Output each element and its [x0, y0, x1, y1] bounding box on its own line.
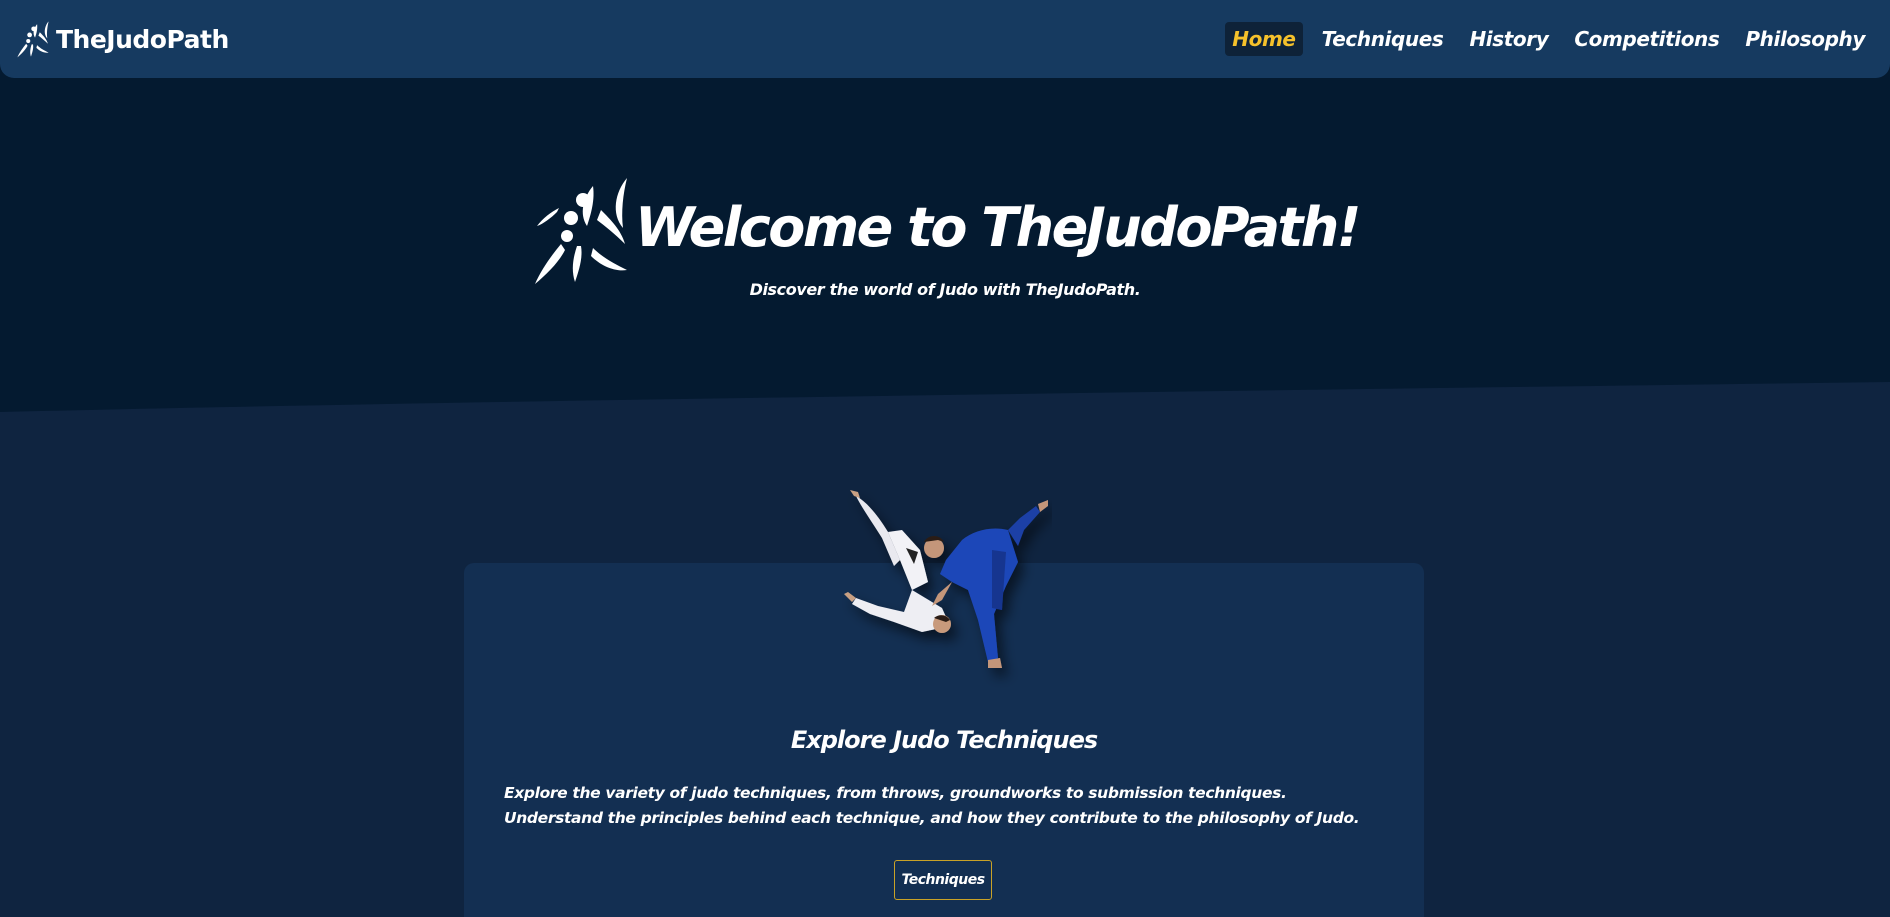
hero-title-row: Welcome to TheJudoPath! — [0, 168, 1890, 286]
judo-throw-icon — [17, 21, 49, 58]
card-description: Explore the variety of judo techniques, … — [504, 784, 1360, 827]
nav-link-techniques[interactable]: Techniques — [1315, 22, 1451, 56]
nav-link-competitions[interactable]: Competitions — [1567, 22, 1726, 56]
nav-link-history[interactable]: History — [1462, 22, 1555, 56]
nav-link-home[interactable]: Home — [1225, 22, 1303, 56]
techniques-button[interactable]: Techniques — [894, 860, 992, 900]
nav-link-philosophy[interactable]: Philosophy — [1738, 22, 1872, 56]
brand-name: TheJudoPath — [56, 24, 229, 54]
brand-logo-link[interactable]: TheJudoPath — [16, 20, 229, 58]
hero-title: Welcome to TheJudoPath! — [635, 195, 1361, 259]
nav-links: Home Techniques History Competitions Phi… — [1225, 22, 1872, 56]
card-title: Explore Judo Techniques — [790, 726, 1098, 754]
navbar: TheJudoPath Home Techniques History Comp… — [0, 0, 1890, 78]
judo-throw-photo — [844, 490, 1048, 668]
hero-subtitle: Discover the world of Judo with TheJudoP… — [749, 280, 1141, 299]
judo-throw-icon — [535, 178, 628, 284]
hero-wave-divider — [0, 382, 1890, 430]
